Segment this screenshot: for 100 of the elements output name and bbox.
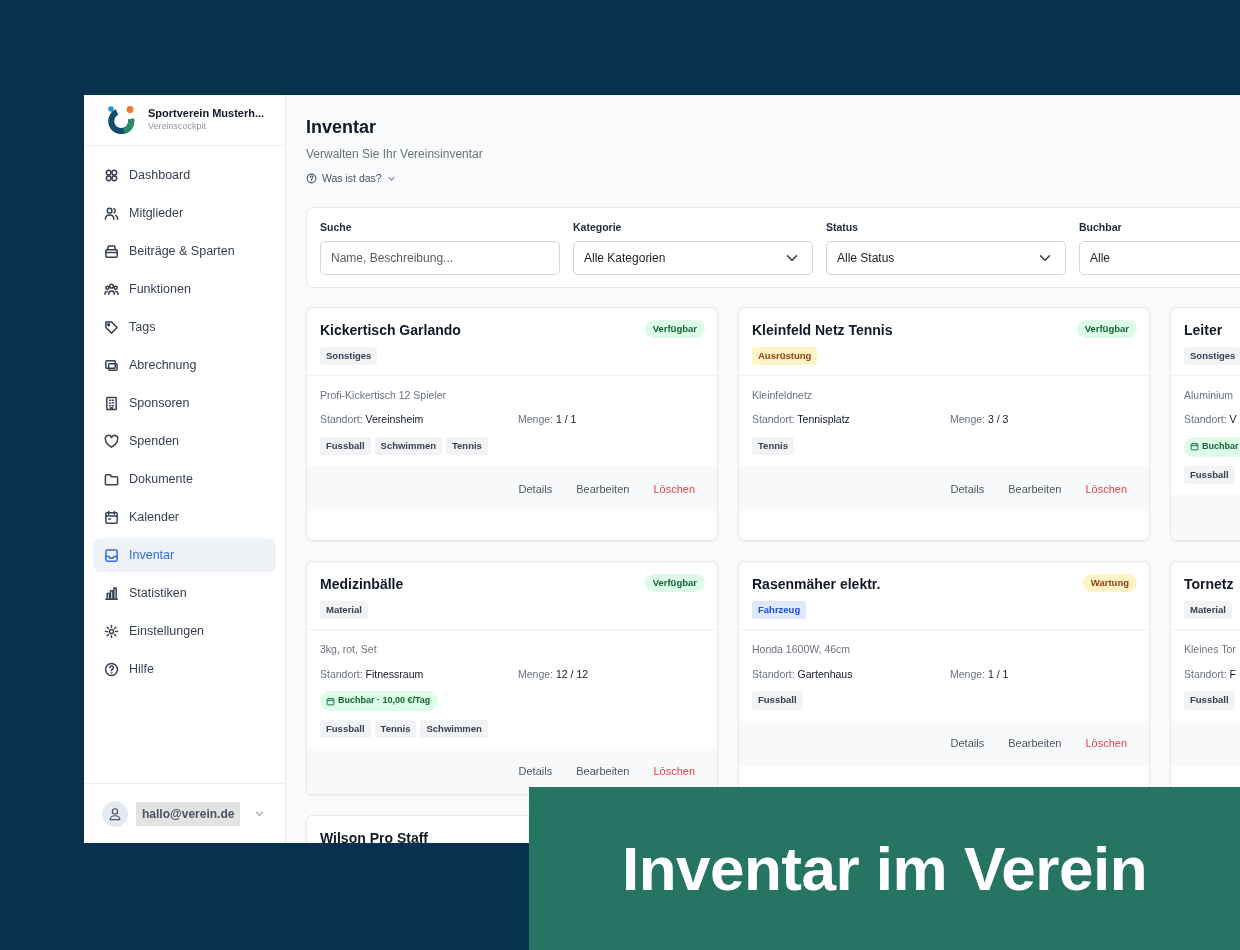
sidebar-item[interactable]: Mitglieder xyxy=(93,196,276,230)
sidebar-item[interactable]: Abrechnung xyxy=(93,348,276,382)
filter-dropdown[interactable]: Alle Status xyxy=(826,240,1066,275)
location-label: Standort: xyxy=(752,667,796,680)
avatar[interactable] xyxy=(102,800,128,827)
location-label: Standort: xyxy=(320,413,364,426)
search-field[interactable]: Name, Beschreibung... xyxy=(320,240,560,275)
action-link[interactable]: Bearbeiten xyxy=(996,734,1074,752)
calendar-icon xyxy=(326,696,335,706)
sport-tag: Fussball xyxy=(320,719,371,739)
item-description: Honda 1600W, 46cm xyxy=(752,641,852,657)
sport-tag: Fussball xyxy=(1184,465,1235,484)
location-label: Standort: xyxy=(752,413,796,426)
bar-chart-icon xyxy=(104,585,119,601)
sidebar-item[interactable]: Einstellungen xyxy=(93,614,276,648)
location-label: Standort: xyxy=(1184,413,1228,426)
quantity-value: 12 / 12 xyxy=(555,667,589,680)
item-title: Rasenmäher elektr. xyxy=(752,574,881,594)
filter-label: Status xyxy=(826,219,860,235)
action-link[interactable]: Details xyxy=(938,734,997,752)
banner-title: Inventar im Verein xyxy=(621,833,1148,905)
filter-label: Suche xyxy=(320,219,353,235)
action-link[interactable]: Details xyxy=(506,480,565,498)
booking-text: Buchbar · 10,00 €/Tag xyxy=(338,694,431,708)
sidebar-item[interactable]: Beiträge & Sparten xyxy=(93,234,276,268)
item-description: 3kg, rot, Set xyxy=(320,641,378,657)
sidebar-item[interactable]: Statistiken xyxy=(93,576,276,610)
sport-tag: Fussball xyxy=(1184,691,1235,710)
location-value: Vereinsheim xyxy=(365,413,424,426)
item-title: Wilson Pro Staff xyxy=(320,829,428,843)
booking-text: Buchbar xyxy=(1202,440,1239,454)
item-description: Kleinfeldnetz xyxy=(752,387,814,403)
item-title: Kickertisch Garlando xyxy=(320,320,461,340)
location-value: Gartenhaus xyxy=(797,667,853,680)
action-link[interactable]: Bearbeiten xyxy=(564,763,642,780)
location-value: Fitnessraum xyxy=(365,667,424,680)
status-pill: Verfügbar xyxy=(644,319,705,338)
sport-tag: Schwimmen xyxy=(374,437,442,456)
filter-dropdown[interactable]: Alle xyxy=(1079,240,1240,275)
action-link[interactable]: Details xyxy=(938,480,997,498)
location-value: Tennisplatz xyxy=(797,413,850,426)
folder-icon xyxy=(104,471,119,487)
inbox-icon xyxy=(104,547,119,563)
page-title: Inventar xyxy=(306,117,378,139)
action-link[interactable]: Bearbeiten xyxy=(564,480,642,498)
filter-label: Buchbar xyxy=(1079,219,1123,235)
heart-icon xyxy=(104,433,119,449)
sidebar-item[interactable]: Funktionen xyxy=(93,272,276,306)
filter-dropdown[interactable]: Alle Kategorien xyxy=(573,240,813,275)
category-tag: Ausrüstung xyxy=(752,346,818,365)
delete-link[interactable]: Löschen xyxy=(641,763,707,780)
location-label: Standort: xyxy=(320,667,364,680)
help-icon xyxy=(104,661,119,677)
action-link[interactable]: Bearbeiten xyxy=(996,480,1074,498)
location-value: F xyxy=(1229,667,1236,680)
delete-link[interactable]: Löschen xyxy=(1073,480,1139,498)
category-tag: Material xyxy=(1184,600,1232,620)
grid-icon xyxy=(104,167,119,183)
category-tag: Material xyxy=(320,600,368,620)
quantity-value: 1 / 1 xyxy=(555,413,577,426)
sidebar-item[interactable]: Sponsoren xyxy=(93,386,276,420)
sport-tag: Fussball xyxy=(320,437,371,456)
quantity-label: Menge: xyxy=(518,667,555,680)
sidebar-item[interactable]: Kalender xyxy=(93,500,276,534)
sidebar-item[interactable]: Hilfe xyxy=(93,652,276,686)
status-pill: Verfügbar xyxy=(644,573,705,593)
filter-label: Kategorie xyxy=(573,219,623,235)
sidebar-item[interactable]: Dashboard xyxy=(93,158,276,192)
cards-icon xyxy=(104,357,119,373)
user-icon xyxy=(108,806,122,821)
status-pill: Verfügbar xyxy=(1076,319,1137,338)
user-email: hallo@verein.de xyxy=(136,801,241,826)
sidebar-item[interactable]: Dokumente xyxy=(93,462,276,496)
item-title: Kleinfeld Netz Tennis xyxy=(752,320,893,340)
club-logo xyxy=(106,105,136,135)
quantity-value: 3 / 3 xyxy=(987,413,1009,426)
tag-icon xyxy=(104,319,119,335)
item-description: Kleines Tor xyxy=(1184,641,1237,657)
club-subtitle: Vereinscockpit xyxy=(148,119,208,133)
help-link[interactable]: Was ist das? xyxy=(306,170,396,187)
sidebar-item[interactable]: Tags xyxy=(93,310,276,344)
page-subtitle: Verwalten Sie Ihr Vereinsinventar xyxy=(306,145,484,163)
group-icon xyxy=(104,281,119,297)
sidebar-item[interactable]: Inventar xyxy=(93,538,276,572)
sport-tag: Fussball xyxy=(752,691,803,710)
quantity-label: Menge: xyxy=(518,413,555,426)
help-icon xyxy=(306,172,317,184)
sport-tag: Tennis xyxy=(446,437,488,456)
delete-link[interactable]: Löschen xyxy=(1073,734,1139,752)
quantity-label: Menge: xyxy=(950,413,987,426)
item-description: Profi-Kickertisch 12 Spieler xyxy=(320,387,448,403)
building-icon xyxy=(104,395,119,411)
location-label: Standort: xyxy=(1184,667,1228,680)
action-link[interactable]: Details xyxy=(506,763,565,780)
club-name: Sportverein Musterh... xyxy=(148,106,265,120)
quantity-value: 1 / 1 xyxy=(987,667,1009,680)
calendar-icon xyxy=(104,509,119,525)
people-icon xyxy=(104,205,119,221)
delete-link[interactable]: Löschen xyxy=(641,480,707,498)
sidebar-item[interactable]: Spenden xyxy=(93,424,276,458)
